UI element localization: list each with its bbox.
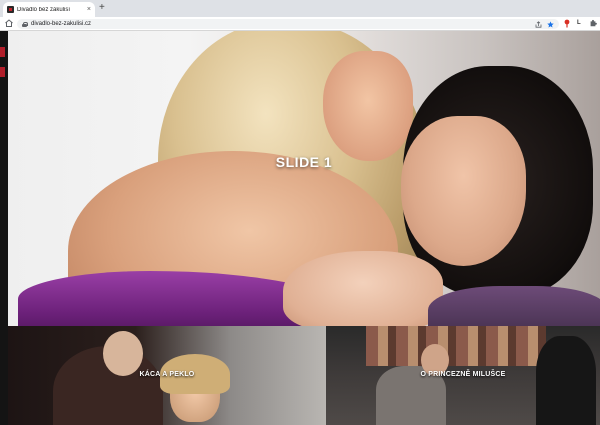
lock-icon[interactable] [22, 21, 28, 27]
show-tile-kaca-a-peklo[interactable]: KÁCA A PEKLO [8, 326, 326, 425]
side-menu-tab[interactable] [0, 67, 5, 77]
tile-label-o-princezne-milusce: O PRINCEZNĚ MILUŠCE [420, 371, 506, 378]
hero-slider[interactable]: SLIDE 1 [8, 31, 600, 326]
share-icon[interactable] [535, 20, 542, 28]
site-favicon-icon [7, 6, 14, 13]
slide-photo-face-2 [401, 116, 526, 266]
browser-tab[interactable]: Divadlo bez zákulisí × [3, 2, 95, 17]
profile-extension-icon[interactable]: L [577, 19, 581, 27]
slide-photo-face [323, 51, 413, 161]
browser-toolbar: divadlo-bez-zakulisi.cz L [0, 17, 600, 31]
tab-title: Divadlo bez zákulisí [17, 6, 71, 13]
tab-close-icon[interactable]: × [87, 6, 91, 13]
new-tab-button[interactable]: + [99, 3, 105, 13]
tile-photo-puppets [366, 326, 546, 366]
show-tile-o-princezne-milusce[interactable]: O PRINCEZNĚ MILUŠCE [326, 326, 600, 425]
home-icon[interactable] [4, 18, 14, 28]
address-bar[interactable]: divadlo-bez-zakulisi.cz [17, 19, 559, 29]
slide-title: SLIDE 1 [275, 154, 333, 170]
extension-pin-icon[interactable] [564, 19, 570, 28]
slide-photo-outfit [428, 286, 600, 326]
tile-label-kaca-a-peklo: KÁCA A PEKLO [139, 371, 195, 378]
extensions-puzzle-icon[interactable] [589, 19, 597, 27]
bookmark-star-icon[interactable] [547, 20, 554, 28]
web-page: SLIDE 1 KÁCA A PEKLO O PRINCEZNĚ MILUŠCE [0, 31, 600, 425]
browser-tabbar: Divadlo bez zákulisí × + [0, 0, 600, 17]
side-menu-bar[interactable] [0, 31, 8, 425]
slide-photo-hand [283, 251, 443, 326]
url-text[interactable]: divadlo-bez-zakulisi.cz [31, 21, 531, 27]
tile-photo-figure-2 [536, 336, 596, 425]
tile-photo-face [103, 331, 143, 376]
side-menu-tab[interactable] [0, 47, 5, 57]
